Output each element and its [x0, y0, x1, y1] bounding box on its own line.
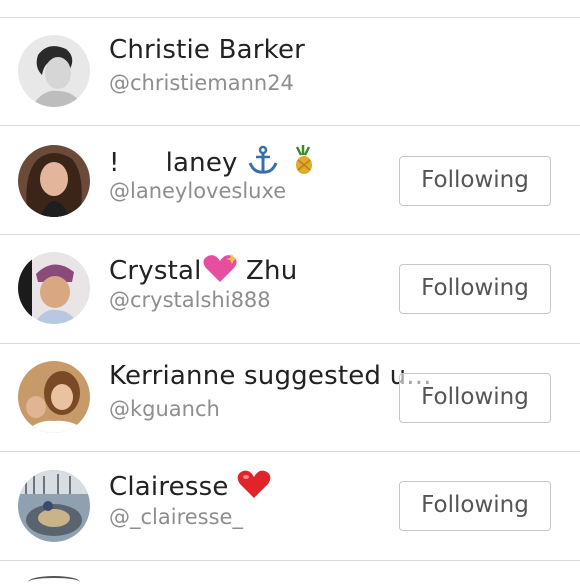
avatar-partial — [28, 576, 80, 588]
sparkling-heart-icon — [202, 252, 238, 291]
list-item[interactable]: ! laney @laneylovesluxe Following — [0, 126, 580, 234]
user-handle: @kguanch — [109, 397, 220, 421]
avatar[interactable] — [18, 470, 90, 542]
following-button[interactable]: Following — [399, 373, 551, 423]
user-handle: @_clairesse_ — [109, 505, 243, 529]
user-name-text: laney — [165, 148, 238, 178]
user-handle: @crystalshi888 — [109, 288, 271, 312]
user-name: Christie Barker — [109, 35, 306, 65]
list-item[interactable]: Kerrianne suggested u... @kguanch Follow… — [0, 344, 580, 452]
user-handle: @christiemann24 — [109, 71, 294, 95]
avatar[interactable] — [18, 361, 90, 433]
user-handle: @laneylovesluxe — [109, 179, 287, 203]
avatar[interactable] — [18, 252, 90, 324]
row-divider — [0, 560, 580, 561]
name-prefix: ! — [109, 148, 120, 178]
following-button[interactable]: Following — [399, 156, 551, 206]
red-heart-icon — [237, 469, 271, 506]
user-name-text: Clairesse — [109, 472, 229, 502]
list-item[interactable]: Clairesse @_clairesse_ Following — [0, 452, 580, 560]
user-name-suffix: Zhu — [246, 256, 298, 286]
list-item[interactable]: Crystal Zhu @crystalshi888 Following — [0, 235, 580, 343]
following-button[interactable]: Following — [399, 481, 551, 531]
user-name: Kerrianne suggested u... — [109, 361, 432, 391]
following-button[interactable]: Following — [399, 264, 551, 314]
anchor-icon — [246, 145, 280, 182]
avatar[interactable] — [18, 35, 90, 107]
user-name: Crystal Zhu — [109, 252, 297, 291]
avatar[interactable] — [18, 145, 90, 217]
user-name: ! laney — [109, 145, 319, 182]
pineapple-icon — [289, 145, 319, 182]
list-item[interactable]: Christie Barker @christiemann24 — [0, 18, 580, 126]
user-name: Clairesse — [109, 469, 271, 506]
user-name-text: Crystal — [109, 256, 202, 286]
